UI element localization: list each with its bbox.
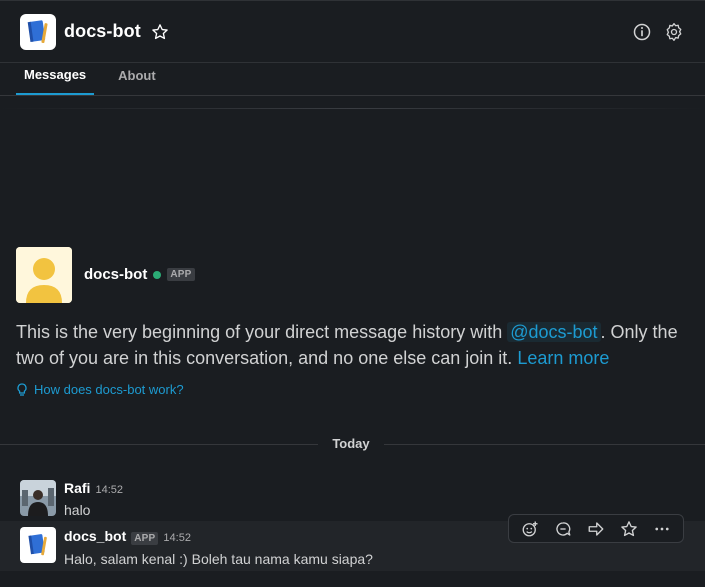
message-actions-toolbar [508, 514, 684, 543]
date-divider-line [0, 444, 318, 445]
message-sender[interactable]: Rafi [64, 480, 90, 496]
intro-description: This is the very beginning of your direc… [16, 319, 696, 371]
message-header: docs_bot APP 14:52 [64, 528, 191, 545]
message-text: halo [64, 502, 91, 518]
more-icon[interactable] [649, 517, 675, 541]
app-window: docs-bot Messages About docs-bot APP Thi… [0, 0, 705, 587]
channel-header: docs-bot [0, 0, 705, 62]
tab-about[interactable]: About [110, 61, 164, 95]
notebook-icon [20, 13, 56, 50]
star-icon[interactable] [149, 21, 171, 43]
bot-avatar[interactable] [16, 247, 72, 303]
lightbulb-icon [17, 382, 27, 396]
share-icon[interactable] [583, 517, 609, 541]
intro-text-before: This is the very beginning of your direc… [16, 322, 508, 342]
gear-icon[interactable] [663, 21, 685, 43]
app-badge: APP [167, 268, 195, 281]
app-badge: APP [131, 532, 159, 545]
learn-more-link[interactable]: Learn more [517, 348, 609, 368]
message-text: Halo, salam kenal :) Boleh tau nama kamu… [64, 551, 373, 567]
message-sender[interactable]: docs_bot [64, 528, 126, 544]
bot-mention-link[interactable]: @docs-bot [507, 322, 601, 342]
add-reaction-icon[interactable] [517, 517, 543, 541]
message-timestamp[interactable]: 14:52 [95, 484, 123, 496]
date-divider-label[interactable]: Today [318, 436, 384, 451]
tab-bar: Messages About [0, 62, 705, 96]
user-avatar[interactable] [20, 480, 56, 516]
channel-title[interactable]: docs-bot [64, 21, 141, 42]
info-icon[interactable] [631, 21, 653, 43]
scroll-divider [0, 108, 705, 109]
header-actions [631, 21, 685, 43]
message-header: Rafi 14:52 [64, 480, 123, 496]
intro-bot-name[interactable]: docs-bot [84, 266, 147, 283]
reply-thread-icon[interactable] [550, 517, 576, 541]
how-does-bot-work-link[interactable]: How does docs-bot work? [16, 382, 184, 397]
bot-avatar-small[interactable] [20, 527, 56, 563]
presence-indicator [153, 270, 162, 279]
save-icon[interactable] [616, 517, 642, 541]
how-link-label: How does docs-bot work? [34, 382, 184, 397]
message-timestamp[interactable]: 14:52 [163, 532, 191, 544]
intro-header: docs-bot APP [84, 266, 195, 283]
date-divider-line [384, 444, 705, 445]
tab-messages[interactable]: Messages [16, 61, 95, 95]
